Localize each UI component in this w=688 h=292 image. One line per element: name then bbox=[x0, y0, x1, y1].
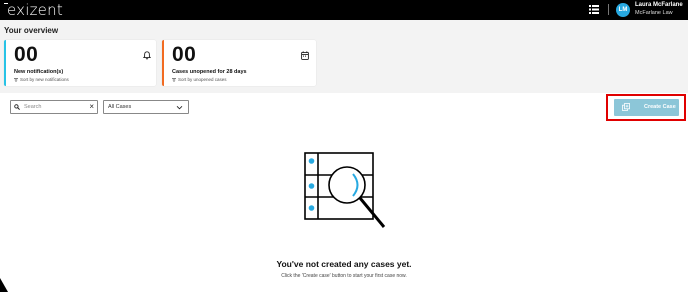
search-input[interactable] bbox=[24, 102, 86, 112]
filter-icon bbox=[172, 77, 176, 82]
notifications-count: 00 bbox=[14, 43, 39, 66]
corner-mark bbox=[0, 278, 8, 292]
sort-notifications-label: Sort by new notifications bbox=[20, 77, 69, 82]
empty-state-text: Click the 'Create case' button to start … bbox=[281, 273, 407, 279]
list-icon[interactable] bbox=[589, 5, 599, 14]
overview-title: Your overview bbox=[4, 26, 59, 35]
unopened-count: 00 bbox=[172, 43, 197, 66]
logo-text: exizent bbox=[7, 1, 63, 19]
calendar-icon bbox=[301, 51, 309, 60]
notifications-label: New notification(s) bbox=[14, 69, 64, 75]
sort-unopened-link[interactable]: Sort by unopened cases bbox=[172, 77, 227, 82]
create-case-button[interactable]: Create Case bbox=[614, 99, 679, 116]
divider bbox=[608, 4, 609, 15]
create-case-label: Create Case bbox=[644, 104, 676, 110]
search-database-icon bbox=[304, 152, 386, 228]
unopened-cases-card[interactable]: 00 Cases unopened for 28 days Sort by un… bbox=[162, 40, 316, 86]
sort-notifications-link[interactable]: Sort by new notifications bbox=[14, 77, 69, 82]
add-case-icon bbox=[622, 103, 630, 111]
cases-panel: × All Cases Create Case You've not creat… bbox=[0, 93, 688, 292]
clear-search-button[interactable]: × bbox=[89, 101, 94, 113]
search-icon bbox=[14, 104, 20, 110]
top-bar: exizent LM Laura McFarlane McFarlane Law bbox=[0, 0, 688, 20]
avatar[interactable]: LM bbox=[616, 3, 630, 17]
bell-icon bbox=[143, 51, 151, 60]
empty-state-title: You've not created any cases yet. bbox=[276, 259, 412, 269]
user-firm: McFarlane Law bbox=[635, 10, 673, 16]
chevron-down-icon bbox=[176, 105, 183, 110]
user-name[interactable]: Laura McFarlane bbox=[635, 2, 683, 8]
notifications-card[interactable]: 00 New notification(s) Sort by new notif… bbox=[4, 40, 156, 86]
case-filter-dropdown[interactable]: All Cases bbox=[103, 100, 189, 114]
case-filter-value: All Cases bbox=[108, 104, 132, 110]
search-box[interactable]: × bbox=[10, 100, 98, 114]
logo[interactable]: exizent bbox=[4, 1, 63, 19]
filter-icon bbox=[14, 77, 18, 82]
unopened-label: Cases unopened for 28 days bbox=[172, 69, 247, 75]
sort-unopened-label: Sort by unopened cases bbox=[178, 77, 227, 82]
